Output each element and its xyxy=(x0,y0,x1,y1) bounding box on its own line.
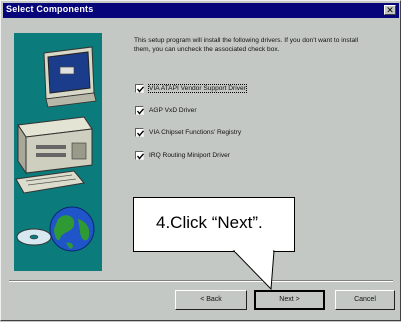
close-button[interactable]: ✕ xyxy=(384,5,396,16)
option-label: VIA Chipset Functions' Registry xyxy=(149,129,242,136)
setup-illustration-panel xyxy=(14,33,102,271)
title-bar[interactable]: Select Components ✕ xyxy=(3,3,399,18)
checkmark-icon xyxy=(136,86,145,93)
option-label: AGP VxD Driver xyxy=(149,107,197,114)
checkbox-agp-vxd[interactable] xyxy=(135,106,145,115)
cd-disc-icon xyxy=(16,228,52,246)
close-icon: ✕ xyxy=(386,6,394,16)
checkbox-via-atapi[interactable] xyxy=(135,84,145,93)
option-label: IRQ Routing Miniport Driver xyxy=(149,152,230,159)
window-title: Select Components xyxy=(6,4,94,14)
checkmark-icon xyxy=(136,153,145,160)
option-label: VIA ATAPI Vendor Support Driver xyxy=(148,84,247,93)
checkmark-icon xyxy=(136,130,145,137)
cancel-button[interactable]: Cancel xyxy=(335,290,395,310)
info-text: This setup program will install the foll… xyxy=(134,37,359,53)
back-button[interactable]: < Back xyxy=(175,290,247,310)
computer-illustration xyxy=(15,46,97,252)
setup-dialog: Select Components ✕ This setup program w… xyxy=(0,0,401,321)
checkbox-irq-routing[interactable] xyxy=(135,151,145,160)
instruction-callout: 4.Click “Next”. xyxy=(133,197,295,252)
divider xyxy=(9,280,393,282)
globe-icon xyxy=(49,206,95,252)
next-button[interactable]: Next > xyxy=(254,290,325,310)
checkmark-icon xyxy=(136,108,145,115)
callout-text: 4.Click “Next”. xyxy=(156,213,263,232)
checkbox-chipset-registry[interactable] xyxy=(135,128,145,137)
